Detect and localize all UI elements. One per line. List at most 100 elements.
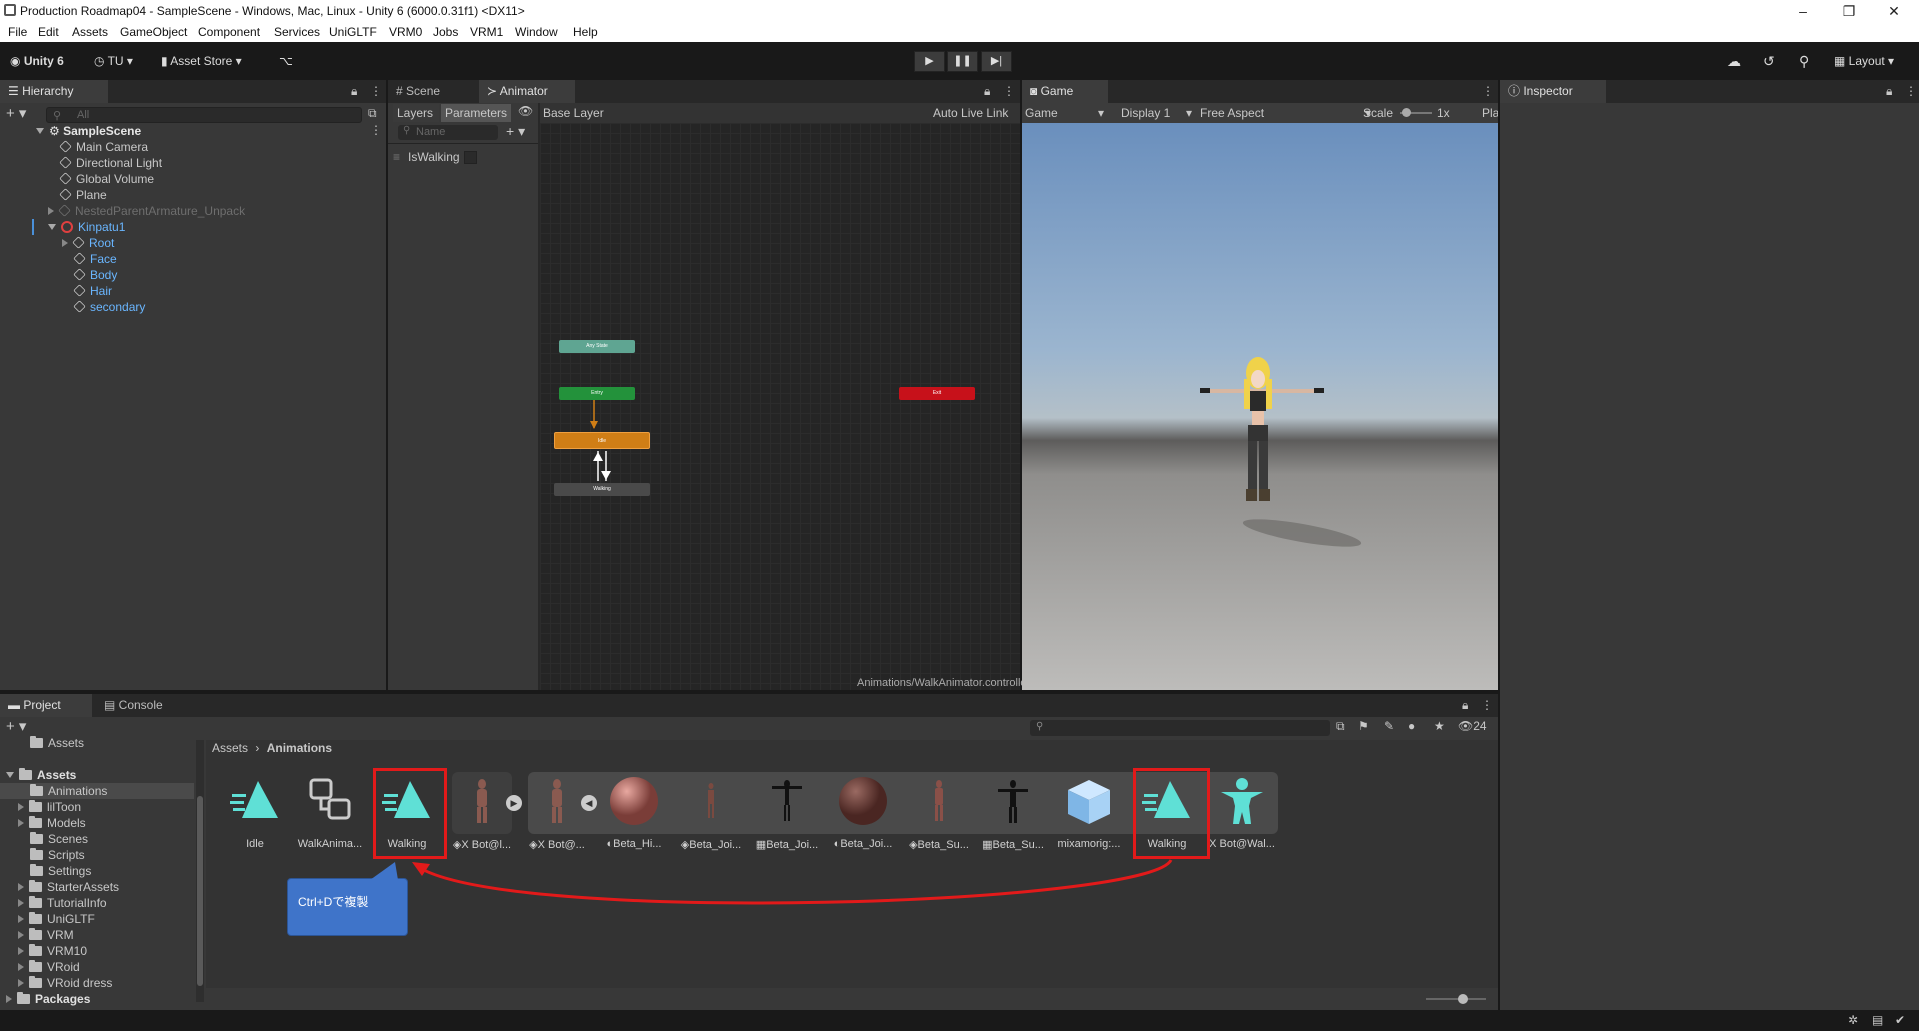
tab-scene[interactable]: # Scene [388,80,478,103]
tree-scrollbar[interactable] [196,740,204,1002]
game-viewport[interactable] [1022,123,1498,690]
menu-vrm1[interactable]: VRM1 [470,25,503,39]
tree-item-secondary[interactable]: secondary [73,299,145,315]
icon-size-slider[interactable] [1426,998,1486,1000]
asset-beta-joi-2[interactable]: ▦Beta_Joi... [752,776,822,856]
tree-unigltf[interactable]: UniGLTF [18,911,95,927]
tree-item-global-volume[interactable]: Global Volume [59,171,154,187]
icon-size-slider-handle[interactable] [1458,994,1468,1004]
menu-services[interactable]: Services [274,25,320,39]
tab-console[interactable]: ▤ Console [96,694,182,717]
filter-by-type-icon[interactable]: ✎ [1384,719,1394,733]
kebab-menu-icon[interactable]: ⋮ [1481,698,1493,712]
play-button[interactable]: ▶ [914,51,945,72]
breadcrumb-animations[interactable]: Animations [267,741,332,755]
kebab-menu-icon[interactable]: ⋮ [370,84,382,98]
add-icon[interactable]: + ▾ [6,104,26,122]
tree-item-nested-armature[interactable]: NestedParentArmature_Unpack [48,203,245,219]
account-button[interactable]: ◷ TU ▾ [94,51,133,71]
lock-icon[interactable]: 🔒︎ [1462,698,1468,713]
asset-mixamorig[interactable]: mixamorig:... [1054,776,1124,856]
search-filter-icon[interactable]: ⧉ [368,106,377,121]
play-mode-dropdown[interactable]: Pla [1482,106,1498,120]
asset-walkanimator[interactable]: WalkAnima... [295,776,365,856]
kebab-menu-icon[interactable]: ⋮ [1482,84,1494,98]
tree-starterassets[interactable]: StarterAssets [18,879,119,895]
close-icon[interactable]: ✕ [1872,0,1916,22]
bug-icon[interactable]: ✲ [1848,1013,1858,1027]
asset-beta-joi-1[interactable]: ◈Beta_Joi... [676,776,746,856]
scene-menu-icon[interactable]: ⋮ [370,123,382,137]
tree-tutorialinfo[interactable]: TutorialInfo [18,895,107,911]
tree-item-main-camera[interactable]: Main Camera [59,139,148,155]
hierarchy-search-input[interactable]: ⚲ All [46,107,362,123]
asset-beta-su-1[interactable]: ◈Beta_Su... [904,776,974,856]
cache-server-icon[interactable]: ▤ [1872,1013,1883,1027]
tab-project[interactable]: ▬ Project [0,694,92,717]
tree-vrm[interactable]: VRM [18,927,74,943]
project-search-input[interactable]: ⚲ [1030,720,1330,736]
tree-vroid-dress[interactable]: VRoid dress [18,975,112,991]
menu-vrm0[interactable]: VRM0 [389,25,422,39]
tree-vroid[interactable]: VRoid [18,959,80,975]
tab-hierarchy[interactable]: ☰ Hierarchy [0,80,108,103]
kebab-menu-icon[interactable]: ⋮ [1905,84,1917,98]
menu-unigltf[interactable]: UniGLTF [329,25,377,39]
asset-beta-su-2[interactable]: ▦Beta_Su... [978,776,1048,856]
drag-handle-icon[interactable]: ≡ [393,150,400,164]
menu-component[interactable]: Component [198,25,260,39]
menu-assets[interactable]: Assets [72,25,108,39]
param-search-input[interactable]: ⚲ Name [398,125,498,140]
pause-button[interactable]: ❚❚ [947,51,978,72]
tree-models[interactable]: Models [18,815,86,831]
tree-item-directional-light[interactable]: Directional Light [59,155,162,171]
tab-game[interactable]: ◙ Game [1022,80,1108,103]
scale-slider-handle[interactable] [1402,108,1411,117]
tree-item-root[interactable]: Root [62,235,114,251]
maximize-icon[interactable]: ❐ [1827,0,1871,22]
expand-arrow-icon[interactable]: ▶ [506,795,522,811]
favorite-star-icon[interactable]: ★ [1434,719,1445,733]
step-button[interactable]: ▶| [981,51,1012,72]
kebab-menu-icon[interactable]: ⋮ [1003,84,1015,98]
tree-item-body[interactable]: Body [73,267,117,283]
asset-idle[interactable]: Idle [220,776,290,856]
tab-inspector[interactable]: ⓘ Inspector [1500,80,1606,103]
tree-item-plane[interactable]: Plane [59,187,107,203]
search-icon[interactable]: ⚲ [1799,51,1809,71]
asset-xbot-2[interactable]: ◈X Bot@... [522,776,592,856]
asset-xbot-idle[interactable]: ◈X Bot@l... [447,776,517,856]
param-iswalking-checkbox[interactable] [464,151,477,164]
menu-help[interactable]: Help [573,25,598,39]
menu-gameobject[interactable]: GameObject [120,25,187,39]
lock-icon[interactable]: 🔒︎ [351,84,357,99]
tree-item-scene[interactable]: ⚙ SampleScene [36,123,141,139]
asset-xbot-walking-avatar[interactable]: X Bot@Wal... [1207,776,1277,856]
menu-jobs[interactable]: Jobs [433,25,458,39]
tab-animator[interactable]: ≻ Animator [479,80,575,103]
tree-item-hair[interactable]: Hair [73,283,112,299]
display-dropdown[interactable]: Display 1 ▾ [1121,106,1192,120]
tree-favorite-assets[interactable]: Assets [30,735,84,751]
menu-edit[interactable]: Edit [38,25,59,39]
cloud-icon[interactable]: ☁ [1727,51,1741,71]
collapse-arrow-icon[interactable]: ◀ [581,795,597,811]
game-mode-dropdown[interactable]: Game ▾ [1025,106,1104,120]
asset-beta-hi[interactable]: ◐Beta_Hi... [599,776,669,856]
menu-file[interactable]: File [8,25,27,39]
filter-by-label-icon[interactable]: ⚑ [1358,719,1369,733]
lock-icon[interactable]: 🔒︎ [1886,84,1892,99]
animator-graph[interactable]: Base Layer Auto Live Link Any State Entr… [540,103,1030,690]
minimize-icon[interactable]: – [1781,0,1825,22]
lock-icon[interactable]: 🔒︎ [984,84,990,99]
tree-scrollbar-thumb[interactable] [197,796,203,986]
tree-scenes[interactable]: Scenes [30,831,88,847]
tree-scripts[interactable]: Scripts [30,847,85,863]
add-parameter-icon[interactable]: + ▾ [506,123,525,140]
tree-item-face[interactable]: Face [73,251,117,267]
version-control-icon[interactable]: ⌥ [279,51,293,71]
aspect-dropdown[interactable]: Free Aspect ▾ [1200,106,1371,120]
search-by-type-icon[interactable]: ⧉ [1336,719,1345,734]
breadcrumb-assets[interactable]: Assets [212,741,248,755]
tree-animations[interactable]: Animations [30,783,107,799]
